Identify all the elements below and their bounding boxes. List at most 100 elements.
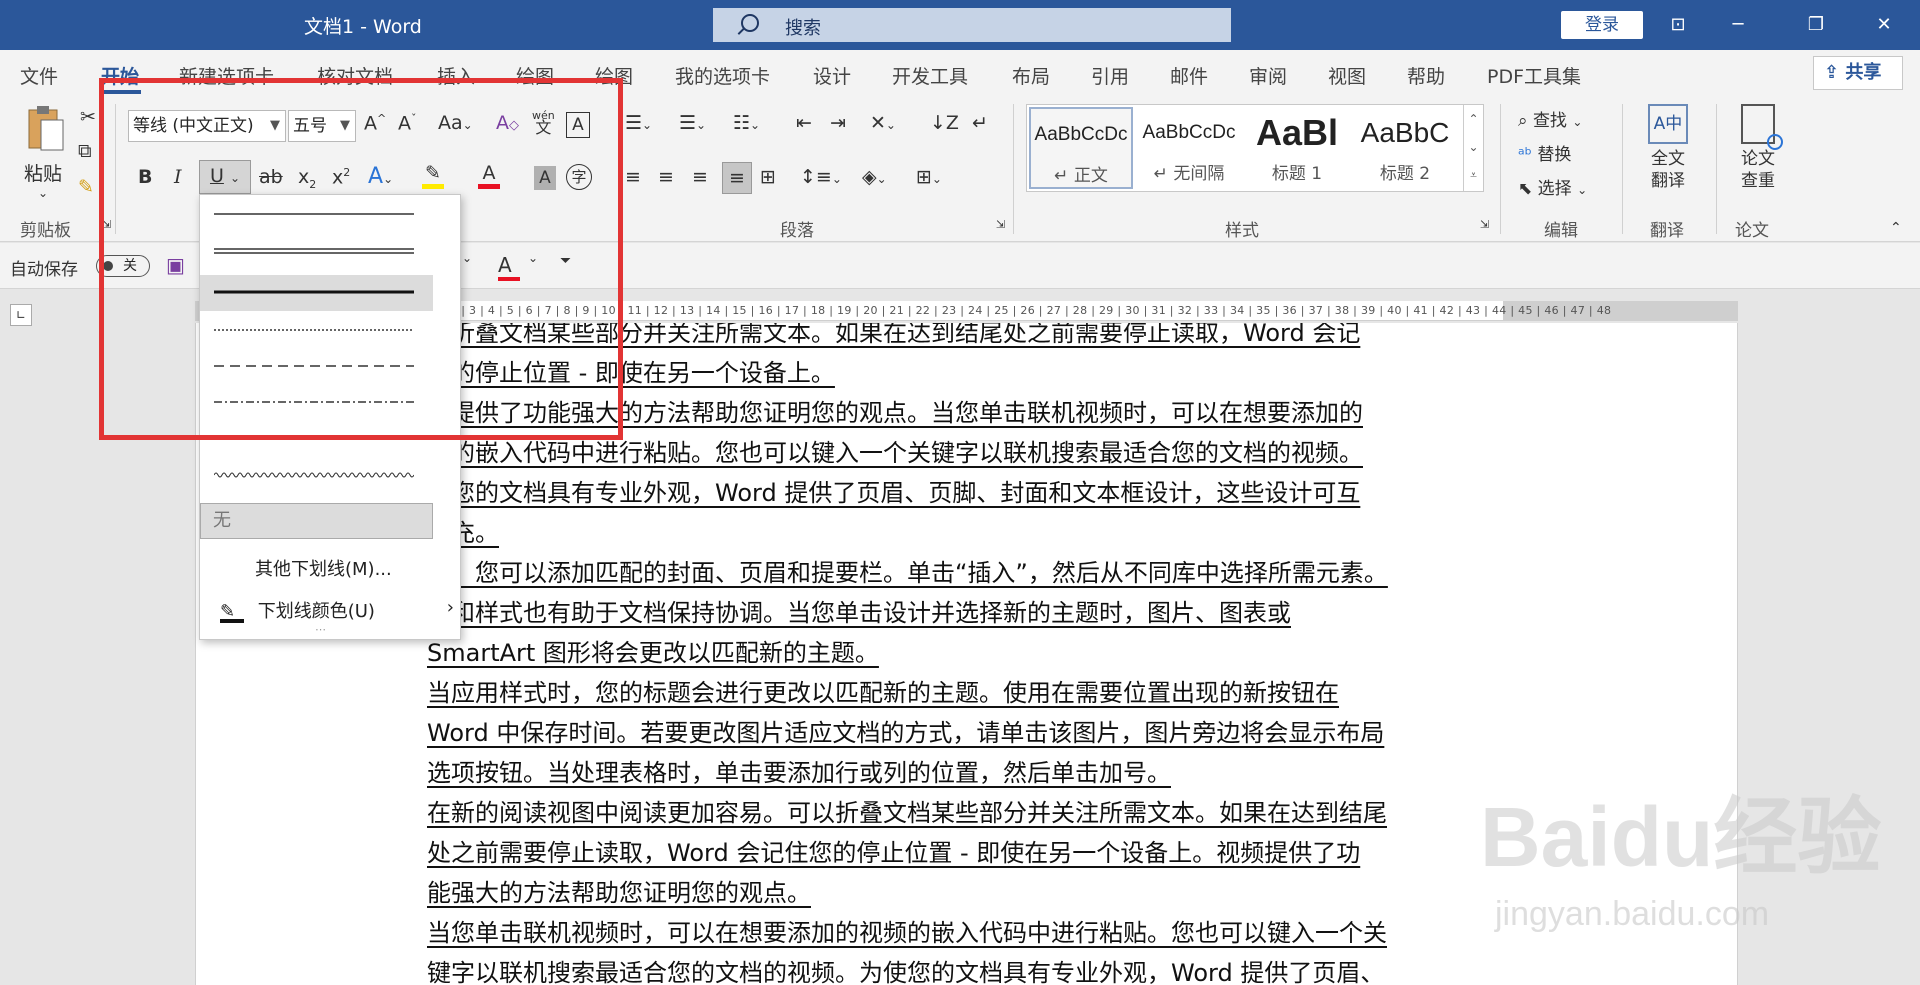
justify-icon[interactable]: ≡ <box>722 162 752 194</box>
tab-help[interactable]: 帮助 <box>1407 62 1445 89</box>
show-formatting-marks-icon[interactable]: ↵ <box>972 112 988 134</box>
tab-file[interactable]: 文件 <box>20 62 58 89</box>
document-line[interactable]: Word 中保存时间。若要更改图片适应文档的方式，请单击该图片，图片旁边将会显示… <box>427 713 1384 753</box>
numbering-icon[interactable]: ☰⌄ <box>679 112 706 134</box>
cut-icon[interactable]: ✂ <box>80 106 96 128</box>
resize-grip-icon[interactable]: ⋯ <box>315 623 326 636</box>
document-line[interactable]: 当应用样式时，您的标题会进行更改以匹配新的主题。使用在需要位置出现的新按钮在 <box>427 673 1339 713</box>
style-no-spacing[interactable]: AaBbCcDc ↵ 无间隔 <box>1137 107 1241 189</box>
chevron-up-icon[interactable]: ⌃ <box>1464 105 1483 133</box>
document-line[interactable]: 使您的文档具有专业外观，Word 提供了页眉、页脚、封面和文本框设计，这些设计可… <box>427 473 1360 513</box>
ribbon-display-options-icon[interactable]: ⊡ <box>1658 8 1698 42</box>
underline-color-label: 下划线颜色(U) <box>257 601 375 622</box>
more-underlines-item[interactable]: 其他下划线(M)... <box>255 555 392 581</box>
tab-references[interactable]: 引用 <box>1091 62 1129 89</box>
style-preview: AaBbCcDc <box>1034 124 1128 145</box>
replace-label: 替换 <box>1537 145 1572 165</box>
tab-design[interactable]: 设计 <box>813 62 851 89</box>
translate-label-1: 全文 <box>1651 149 1685 169</box>
clipboard-group-label: 剪贴板 <box>20 221 71 241</box>
shading-icon[interactable]: ◈⌄ <box>862 166 887 188</box>
sort-icon[interactable]: ↓Z <box>930 112 959 134</box>
style-name: ↵ 正文 <box>1054 166 1108 186</box>
style-preview: AaBbC <box>1360 117 1450 148</box>
align-left-icon[interactable]: ≡ <box>625 166 641 188</box>
align-center-icon[interactable]: ≡ <box>658 166 674 188</box>
paste-button[interactable]: 粘贴 ⌄ <box>18 104 68 204</box>
underline-color-item[interactable]: ✎ 下划线颜色(U) › <box>220 597 460 623</box>
document-line[interactable]: 如，您可以添加匹配的封面、页眉和提要栏。单击“插入”，然后从不同库中选择所需元素… <box>427 553 1388 593</box>
style-preview: AaBl <box>1255 112 1339 153</box>
styles-launcher-icon[interactable]: ⇲ <box>1480 218 1489 231</box>
tab-review[interactable]: 审阅 <box>1249 62 1287 89</box>
paste-dropdown-icon: ⌄ <box>37 186 49 200</box>
search-label: 搜索 <box>785 18 821 39</box>
find-button[interactable]: ⌕ 查找 ⌄ <box>1518 106 1582 131</box>
login-button[interactable]: 登录 <box>1561 11 1643 39</box>
format-painter-icon[interactable]: ✎ <box>78 176 94 198</box>
tab-my-tab[interactable]: 我的选项卡 <box>675 62 770 89</box>
document-line[interactable]: 选项按钮。当处理表格时，单击要添加行或列的位置，然后单击加号。 <box>427 753 1171 793</box>
paper-label-1: 论文 <box>1741 149 1775 169</box>
chevron-down-icon: ⌄ <box>1577 183 1588 197</box>
highlight-box <box>99 78 623 440</box>
full-translate-button[interactable]: A中 全文 翻译 <box>1640 104 1696 192</box>
translate-label-2: 翻译 <box>1651 171 1685 191</box>
close-icon[interactable]: ✕ <box>1864 8 1904 42</box>
underline-wavy[interactable] <box>214 471 414 479</box>
document-line[interactable]: 处之前需要停止读取，Word 会记住您的停止位置 - 即使在另一个设备上。视频提… <box>427 833 1360 873</box>
select-button[interactable]: ⬉ 选择 ⌄ <box>1518 174 1587 199</box>
multilevel-list-icon[interactable]: ☷⌄ <box>733 112 760 134</box>
paste-icon <box>28 106 64 151</box>
collapse-ribbon-icon[interactable]: ⌃ <box>1890 220 1902 236</box>
style-name: 标题 1 <box>1271 164 1323 184</box>
baidu-watermark: Baidu经验 <box>1480 790 1882 884</box>
style-normal[interactable]: AaBbCcDc ↵ 正文 <box>1029 107 1133 189</box>
align-right-icon[interactable]: ≡ <box>692 166 708 188</box>
select-label: 选择 <box>1537 179 1572 199</box>
styles-group-label: 样式 <box>1225 221 1259 241</box>
styles-scroll[interactable]: ⌃ ⌄ ⩡ <box>1463 105 1483 191</box>
document-line[interactable]: 题和样式也有助于文档保持协调。当您单击设计并选择新的主题时，图片、图表或 <box>427 593 1291 633</box>
separator <box>1013 104 1014 234</box>
styles-gallery: AaBbCcDc ↵ 正文 AaBbCcDc ↵ 无间隔 AaBl 标题 1 A… <box>1026 104 1484 192</box>
tab-mailings[interactable]: 邮件 <box>1170 62 1208 89</box>
share-label: 共享 <box>1845 62 1882 83</box>
expand-gallery-icon[interactable]: ⩡ <box>1464 161 1483 189</box>
replace-button[interactable]: ᵃᵇ 替换 <box>1518 140 1571 165</box>
paragraph-launcher-icon[interactable]: ⇲ <box>996 218 1005 231</box>
decrease-indent-icon[interactable]: ⇤ <box>796 112 812 134</box>
separator <box>1500 104 1501 234</box>
line-spacing-icon[interactable]: ↕≡⌄ <box>800 166 842 188</box>
document-line[interactable]: 在新的阅读视图中阅读更加容易。可以折叠文档某些部分并关注所需文本。如果在达到结尾 <box>427 793 1387 833</box>
copy-icon[interactable]: ⧉ <box>78 140 92 162</box>
restore-icon[interactable]: ❐ <box>1796 8 1836 42</box>
minimize-icon[interactable]: ─ <box>1718 8 1758 42</box>
tab-selector-icon[interactable]: ∟ <box>10 304 32 326</box>
style-preview: AaBbCcDc <box>1142 122 1236 143</box>
tab-pdf-tools[interactable]: PDF工具集 <box>1487 62 1581 89</box>
share-button[interactable]: ⇪ 共享 <box>1813 56 1903 90</box>
underline-none[interactable]: 无 <box>200 503 433 539</box>
style-heading-2[interactable]: AaBbC 标题 2 <box>1353 107 1457 189</box>
document-line[interactable]: 键字以联机搜索最适合您的文档的视频。为使您的文档具有专业外观，Word 提供了页… <box>427 953 1384 985</box>
borders-icon[interactable]: ⊞⌄ <box>916 166 942 188</box>
style-name: 标题 2 <box>1379 164 1431 184</box>
increase-indent-icon[interactable]: ⇥ <box>830 112 846 134</box>
tab-layout[interactable]: 布局 <box>1012 62 1050 89</box>
bullets-icon[interactable]: ☰⌄ <box>625 112 652 134</box>
search-box[interactable]: 搜索 <box>713 8 1231 42</box>
paper-check-button[interactable]: 论文 查重 <box>1730 104 1786 192</box>
style-heading-1[interactable]: AaBl 标题 1 <box>1245 107 1349 189</box>
chinese-layout-icon[interactable]: ✕⌄ <box>870 112 896 134</box>
document-line[interactable]: 能强大的方法帮助您证明您的观点。 <box>427 873 811 913</box>
tab-developer[interactable]: 开发工具 <box>892 62 968 89</box>
tab-view[interactable]: 视图 <box>1328 62 1366 89</box>
document-line[interactable]: 当您单击联机视频时，可以在想要添加的视频的嵌入代码中进行粘贴。您也可以键入一个关 <box>427 913 1387 953</box>
translate-group-label: 翻译 <box>1650 221 1684 241</box>
chevron-down-icon[interactable]: ⌄ <box>1464 133 1483 161</box>
window-title: 文档1 - Word <box>304 16 422 38</box>
replace-icon: ᵃᵇ <box>1518 145 1538 165</box>
distributed-icon[interactable]: ⊞ <box>760 166 776 188</box>
document-line[interactable]: SmartArt 图形将会更改以匹配新的主题。 <box>427 633 879 673</box>
